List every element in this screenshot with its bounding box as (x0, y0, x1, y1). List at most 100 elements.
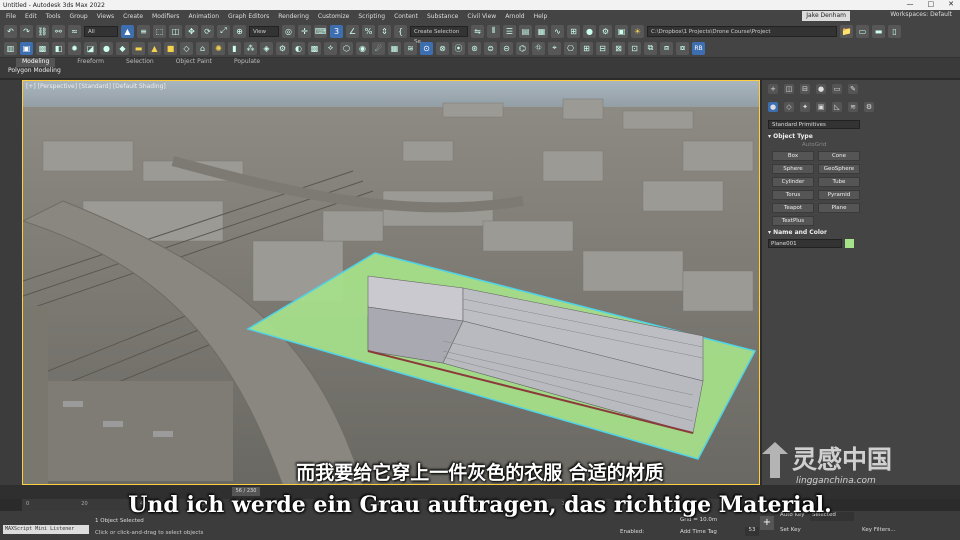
create-tab-icon[interactable]: + (768, 84, 778, 94)
named-selection-set-dropdown[interactable]: Create Selection Se (410, 25, 468, 45)
polygon-modeling-panel[interactable]: Polygon Modeling (0, 67, 960, 74)
utilities-tab-icon[interactable]: ✎ (848, 84, 858, 94)
plane-button[interactable]: Plane (818, 203, 860, 213)
set-key-icon[interactable]: + (760, 516, 774, 530)
tab-freeform[interactable]: Freeform (77, 58, 104, 67)
tab-populate[interactable]: Populate (234, 58, 260, 67)
shapes-category-icon[interactable]: ◇ (784, 102, 794, 112)
redo-icon[interactable]: ↷ (20, 24, 33, 38)
ribbon-toggle-icon[interactable]: ▦ (535, 24, 548, 38)
unlink-icon[interactable]: ⚯ (52, 24, 65, 38)
tube-button[interactable]: Tube (818, 177, 860, 187)
motion-tab-icon[interactable]: ● (816, 84, 826, 94)
snapshot-icon[interactable]: ⊠ (612, 41, 625, 55)
scene-states-icon[interactable]: ▣ (20, 41, 33, 55)
clone-icon[interactable]: ⧉ (644, 41, 657, 55)
rotate-icon[interactable]: ⟳ (201, 24, 214, 38)
edit-named-selection-icon[interactable]: { (394, 24, 407, 38)
align-icon[interactable]: ⫴ (487, 24, 500, 38)
textplus-button[interactable]: TextPlus (772, 216, 814, 226)
add-time-tag-button[interactable]: Add Time Tag (680, 529, 717, 535)
maximize-button[interactable]: □ (928, 0, 935, 8)
menu-scripting[interactable]: Scripting (358, 13, 385, 20)
angle-snap-icon[interactable]: ∠ (346, 24, 359, 38)
place-icon[interactable]: ⊕ (233, 24, 246, 38)
mesh-icon[interactable]: ▦ (388, 41, 401, 55)
display-tab-icon[interactable]: ▭ (832, 84, 842, 94)
shape-icon[interactable]: ◈ (260, 41, 273, 55)
helper-icon[interactable]: ◇ (180, 41, 193, 55)
menu-tools[interactable]: Tools (46, 13, 61, 20)
rb-script-button[interactable]: RB (692, 41, 705, 55)
system-icon[interactable]: ⚙ (276, 41, 289, 55)
menu-substance[interactable]: Substance (427, 13, 458, 20)
move-icon[interactable]: ✥ (185, 24, 198, 38)
new-project-icon[interactable]: ▯ (888, 24, 901, 38)
project-path-field[interactable]: C:\Dropbox\1 Projects\Drone Course\Proje… (647, 25, 837, 37)
cloth-icon[interactable]: ⎔ (564, 41, 577, 55)
geometry-category-icon[interactable]: ● (768, 102, 778, 112)
track-icon[interactable]: ⊗ (436, 41, 449, 55)
menu-modifiers[interactable]: Modifiers (152, 13, 179, 20)
select-by-name-icon[interactable]: ≡ (137, 24, 150, 38)
morph-icon[interactable]: ⊜ (484, 41, 497, 55)
dynamics-icon[interactable]: ☄ (372, 41, 385, 55)
close-button[interactable]: ✕ (948, 0, 954, 8)
mirror-icon[interactable]: ⇋ (471, 24, 484, 38)
align-camera-icon[interactable]: ⊟ (596, 41, 609, 55)
biped-icon[interactable]: ⛗ (532, 41, 545, 55)
workspace-selector[interactable]: Workspaces: Default (890, 11, 952, 18)
select-object-icon[interactable]: ▲ (121, 24, 134, 38)
spinner-snap-icon[interactable]: ⇕ (378, 24, 391, 38)
systems-category-icon[interactable]: ⚙ (864, 102, 874, 112)
project-folder-icon[interactable]: ▭ (856, 24, 869, 38)
cylinder-button[interactable]: Cylinder (772, 177, 814, 187)
box-button[interactable]: Box (772, 151, 814, 161)
compound-icon[interactable]: ⟡ (324, 41, 337, 55)
helpers-category-icon[interactable]: ◺ (832, 102, 842, 112)
key-filters-button[interactable]: Key Filters... (862, 527, 895, 533)
menu-arnold[interactable]: Arnold (505, 13, 524, 20)
spacewarps-category-icon[interactable]: ≋ (848, 102, 858, 112)
array-icon[interactable]: ⊞ (580, 41, 593, 55)
viewport-label[interactable]: [+] [Perspective] [Standard] [Default Sh… (26, 83, 166, 90)
perspective-viewport[interactable]: [+] [Perspective] [Standard] [Default Sh… (22, 80, 760, 485)
tab-selection[interactable]: Selection (126, 58, 154, 67)
crowd-icon[interactable]: ⌖ (548, 41, 561, 55)
maxscript-listener[interactable]: MAXScript Mini Listener (3, 525, 89, 534)
object-color-swatch[interactable] (845, 239, 854, 248)
render-setup-icon[interactable]: ⚙ (599, 24, 612, 38)
nurbs-icon[interactable]: ◉ (356, 41, 369, 55)
cone-button[interactable]: Cone (818, 151, 860, 161)
scale-icon[interactable]: ⤢ (217, 24, 230, 38)
keyboard-shortcut-icon[interactable]: ⌨ (314, 24, 327, 38)
render-frame-icon[interactable]: ▣ (615, 24, 628, 38)
name-and-color-rollout[interactable]: ▾ Name and Color (768, 229, 954, 236)
user-account-dropdown[interactable]: Jake Denham (802, 11, 850, 21)
tab-object-paint[interactable]: Object Paint (176, 58, 212, 67)
percent-snap-icon[interactable]: % (362, 24, 375, 38)
geometry-icon[interactable]: ◆ (116, 41, 129, 55)
isolate-icon[interactable]: ◧ (52, 41, 65, 55)
window-crossing-icon[interactable]: ◫ (169, 24, 182, 38)
select-manipulate-icon[interactable]: ✛ (298, 24, 311, 38)
open-project-icon[interactable]: 📁 (840, 24, 853, 38)
menu-group[interactable]: Group (69, 13, 87, 20)
menu-file[interactable]: File (6, 13, 16, 20)
particle-icon[interactable]: ⁂ (244, 41, 257, 55)
select-link-icon[interactable]: ⊙ (420, 41, 433, 55)
menu-rendering[interactable]: Rendering (278, 13, 309, 20)
bind-space-warp-icon[interactable]: ≈ (68, 24, 81, 38)
curve-editor-icon[interactable]: ∿ (551, 24, 564, 38)
container-icon[interactable]: ▥ (4, 41, 17, 55)
torus-button[interactable]: Torus (772, 190, 814, 200)
link-icon[interactable]: ⛓ (36, 24, 49, 38)
lights-category-icon[interactable]: ✦ (800, 102, 810, 112)
selection-filter-dropdown[interactable]: All (84, 25, 118, 37)
sunlight-icon[interactable]: ✺ (212, 41, 225, 55)
bones-icon[interactable]: ⌬ (516, 41, 529, 55)
skin-icon[interactable]: ⊝ (500, 41, 513, 55)
patch-icon[interactable]: ⬡ (340, 41, 353, 55)
snaps-toggle-icon[interactable]: 3 (330, 24, 343, 38)
paint-icon[interactable]: ⦿ (452, 41, 465, 55)
